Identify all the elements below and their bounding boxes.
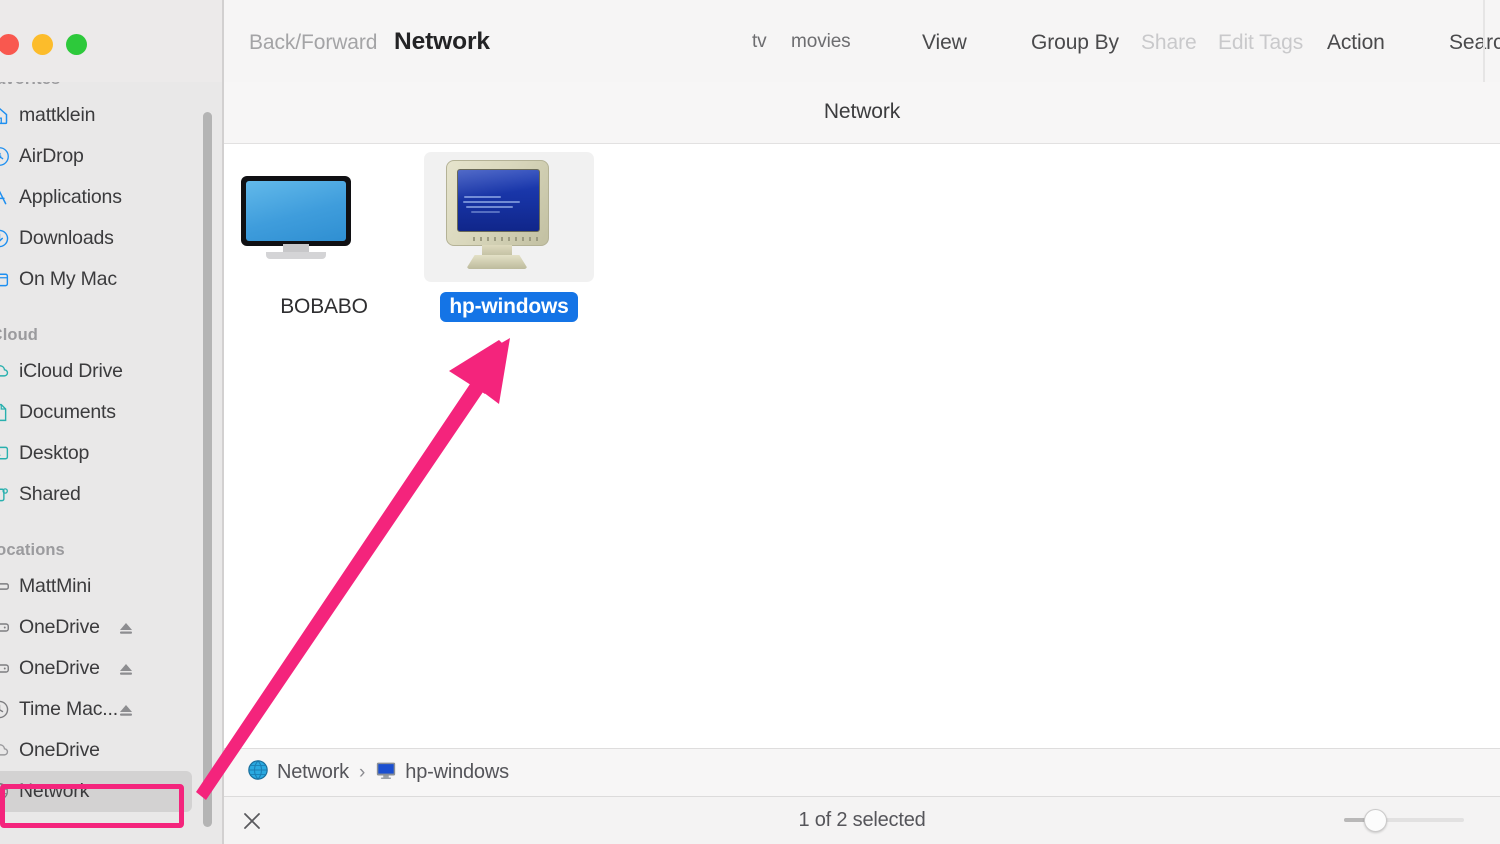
sidebar-item-label: Applications <box>19 186 122 209</box>
group-by-button[interactable]: Group By <box>1031 31 1119 55</box>
folder-icon <box>0 269 14 290</box>
sidebar-section-favorites: Favorites <box>0 82 224 95</box>
sidebar-item-label: Time Mac... <box>19 698 118 721</box>
edit-tags-button[interactable]: Edit Tags <box>1218 31 1303 55</box>
sidebar-item-label: Downloads <box>19 227 114 250</box>
maximize-window-button[interactable] <box>66 34 87 55</box>
sidebar-item-time-machine[interactable]: Time Mac... <box>0 689 192 730</box>
close-window-button[interactable] <box>0 34 19 55</box>
external-drive-icon <box>0 617 14 638</box>
sidebar-item-network[interactable]: Network <box>0 771 192 812</box>
main-pane: Back/Forward Network tv movies View Grou… <box>224 0 1500 844</box>
back-forward-button[interactable]: Back/Forward <box>249 31 377 55</box>
breadcrumb-label: hp-windows <box>405 761 509 784</box>
view-button[interactable]: View <box>922 31 967 55</box>
airdrop-icon <box>0 146 14 167</box>
group-header-label: Network <box>224 100 1500 124</box>
sidebar-item-downloads[interactable]: Downloads <box>0 218 192 259</box>
breadcrumb-hp-windows[interactable]: hp-windows <box>375 759 509 786</box>
sidebar-item-label: AirDrop <box>19 145 84 168</box>
titlebar <box>0 0 224 82</box>
toolbar-item-tv[interactable]: tv <box>752 31 767 53</box>
list-item[interactable]: BOBABO <box>239 152 409 322</box>
sidebar-item-label: MattMini <box>19 575 91 598</box>
toolbar-divider <box>1483 0 1485 82</box>
selection-status-text: 1 of 2 selected <box>224 809 1500 832</box>
monitor-icon <box>375 759 397 786</box>
sidebar-section-icloud: iCloud <box>0 300 224 351</box>
toolbar-item-movies[interactable]: movies <box>791 31 851 53</box>
icon-size-slider[interactable] <box>1344 809 1464 831</box>
network-globe-icon <box>247 759 269 786</box>
search-field[interactable]: Search <box>1449 31 1500 55</box>
home-icon <box>0 105 14 126</box>
sidebar-item-label: OneDrive <box>19 739 100 762</box>
eject-icon[interactable] <box>118 702 134 718</box>
applications-icon <box>0 187 14 208</box>
list-item[interactable]: hp-windows <box>424 152 594 322</box>
sidebar-item-label: Desktop <box>19 442 89 465</box>
sidebar-item-label: OneDrive <box>19 657 100 680</box>
sidebar-list: Favorites mattklein AirDrop <box>0 82 224 812</box>
external-drive-icon <box>0 658 14 679</box>
sidebar-item-mattklein[interactable]: mattklein <box>0 95 192 136</box>
finder-window: Favorites mattklein AirDrop <box>0 0 1500 844</box>
chevron-right-icon: › <box>359 762 365 784</box>
shared-folder-icon <box>0 484 14 505</box>
sidebar-section-locations: Locations <box>0 515 224 566</box>
sidebar-item-airdrop[interactable]: AirDrop <box>0 136 192 177</box>
list-item-label: hp-windows <box>440 292 577 322</box>
slider-thumb[interactable] <box>1364 809 1387 832</box>
windows-crt-icon <box>424 152 594 282</box>
share-button[interactable]: Share <box>1141 31 1197 55</box>
cloud-icon <box>0 361 14 382</box>
sidebar-item-label: Network <box>19 780 89 803</box>
sidebar-item-label: Documents <box>19 401 116 424</box>
status-bar: 1 of 2 selected <box>224 796 1500 844</box>
sidebar-item-label: OneDrive <box>19 616 100 639</box>
minimize-window-button[interactable] <box>32 34 53 55</box>
sidebar: Favorites mattklein AirDrop <box>0 0 224 844</box>
list-item-label: BOBABO <box>271 292 377 322</box>
sidebar-scroll-area[interactable]: Favorites mattklein AirDrop <box>0 82 224 844</box>
sidebar-item-desktop[interactable]: Desktop <box>0 433 192 474</box>
document-icon <box>0 402 14 423</box>
sidebar-item-label: mattklein <box>19 104 95 127</box>
apple-display-icon <box>239 152 409 282</box>
eject-icon[interactable] <box>118 620 134 636</box>
file-icon-grid[interactable]: BOBABO <box>224 144 1500 748</box>
sidebar-item-mattmini[interactable]: MattMini <box>0 566 192 607</box>
toolbar: Back/Forward Network tv movies View Grou… <box>224 0 1500 82</box>
sidebar-item-label: iCloud Drive <box>19 360 123 383</box>
downloads-icon <box>0 228 14 249</box>
breadcrumb-label: Network <box>277 761 349 784</box>
breadcrumb-network[interactable]: Network <box>247 759 349 786</box>
eject-icon[interactable] <box>118 661 134 677</box>
sidebar-item-on-my-mac[interactable]: On My Mac <box>0 259 192 300</box>
sidebar-item-label: Shared <box>19 483 81 506</box>
computer-icon <box>0 576 14 597</box>
page-title: Network <box>394 28 490 56</box>
network-globe-icon <box>0 781 14 802</box>
sidebar-item-onedrive-cloud[interactable]: OneDrive <box>0 730 192 771</box>
sidebar-item-icloud-drive[interactable]: iCloud Drive <box>0 351 192 392</box>
sidebar-item-label: On My Mac <box>19 268 117 291</box>
sidebar-item-documents[interactable]: Documents <box>0 392 192 433</box>
sidebar-item-onedrive-1[interactable]: OneDrive <box>0 607 192 648</box>
sidebar-item-applications[interactable]: Applications <box>0 177 192 218</box>
path-bar: Network › hp-windows <box>224 748 1500 796</box>
sidebar-item-onedrive-2[interactable]: OneDrive <box>0 648 192 689</box>
action-button[interactable]: Action <box>1327 31 1385 55</box>
desktop-icon <box>0 443 14 464</box>
time-machine-icon <box>0 699 14 720</box>
sidebar-item-shared[interactable]: Shared <box>0 474 192 515</box>
traffic-light-buttons <box>0 34 87 55</box>
sidebar-scrollbar[interactable] <box>203 112 212 827</box>
group-header: Network <box>224 82 1500 144</box>
cloud-icon <box>0 740 14 761</box>
